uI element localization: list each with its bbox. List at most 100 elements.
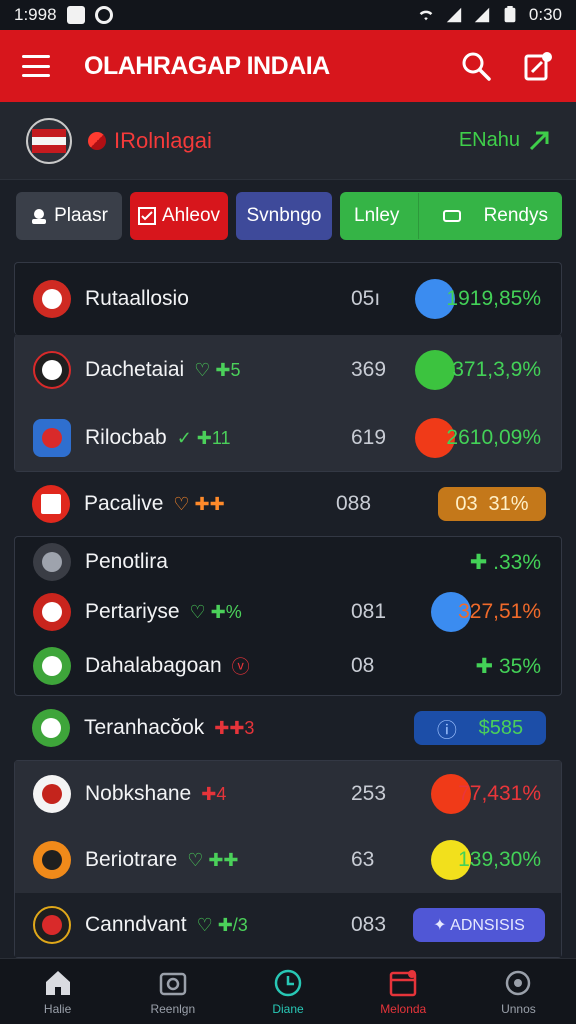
percentage: 371,3,9% (452, 358, 541, 381)
score: 083 (351, 913, 387, 936)
nav-label: Reenlgn (150, 1001, 196, 1016)
settings-icon (506, 970, 531, 995)
percentage: ✚ 35% (475, 654, 541, 678)
home-icon (45, 970, 70, 995)
row-group-4: Nobkshane ✚4 253 77,431% Beriotrare ♡ ✚✚… (14, 760, 562, 958)
percentage: 77,431% (458, 782, 541, 805)
list-item[interactable]: Dahalabagoan ⓥ 08 ✚ 35% (15, 637, 561, 695)
score: 63 (351, 848, 375, 871)
nav-item-more[interactable]: Unnos (461, 959, 576, 1024)
filter-chip-players[interactable]: Plaasr (16, 192, 122, 240)
odds-pill[interactable]: ⓘ $585 (414, 711, 546, 745)
filter-chip-group[interactable]: Lnley Rendys (340, 192, 562, 240)
standings-list: Rutaallosio 05ı 1919,85% Dachetaiai ♡ ✚5… (0, 262, 576, 958)
app-title: OLAHRAGAP INDAIA (84, 51, 330, 80)
status-time: 1:998 (14, 5, 57, 24)
row-tag: ♡ ✚✚ (187, 849, 239, 870)
nav-label: Halie (43, 1001, 72, 1016)
edit-notification-icon[interactable] (522, 50, 554, 82)
list-item[interactable]: Dachetaiai ♡ ✚5 369 371,3,9% (15, 335, 561, 405)
score: 619 (351, 426, 387, 449)
app-indicator-icon (94, 6, 113, 24)
score: 253 (351, 782, 387, 805)
enahu-button[interactable]: ENahu (459, 129, 550, 152)
enahu-label: ENahu (458, 129, 520, 151)
checkbox-icon (137, 207, 156, 225)
nav-item-home[interactable]: Halie (0, 959, 115, 1024)
trend-up-icon (529, 131, 549, 150)
filter-chip-label: Rendys (483, 205, 548, 226)
team-name: Penotlira (85, 550, 168, 573)
list-item[interactable]: Beriotrare ♡ ✚✚ 63 139,30% (15, 827, 561, 893)
filter-chip-label: Lnley (354, 205, 400, 226)
notification-icon (66, 6, 85, 24)
team-logo-icon (32, 485, 70, 523)
team-logo-icon (33, 906, 71, 944)
nav-label: Melonda (380, 1001, 427, 1016)
row-tag: ✓ ✚11 (176, 427, 231, 448)
odds-pill[interactable]: ✦ ADNSISIS (413, 908, 545, 942)
signal-icon (446, 7, 462, 23)
row-group-3: Penotlira ✚ .33% Pertariyse ♡ ✚% 081 327… (14, 536, 562, 696)
nav-label: Diane (272, 1001, 304, 1016)
camera-icon (159, 972, 187, 995)
odds-pill[interactable]: 03 31% (438, 487, 546, 521)
pill-right: $585 (478, 716, 524, 739)
status-dot (415, 350, 455, 390)
team-logo-icon (33, 419, 71, 457)
nav-item-record[interactable]: Reenlgn (115, 959, 230, 1024)
list-item[interactable]: Pertariyse ♡ ✚% 081 327,51% (15, 587, 561, 637)
clock-icon (274, 969, 302, 996)
bottom-nav: Halie Reenlgn Diane Melonda Unnos (0, 958, 576, 1024)
league-header: IRolnlagai ENahu (0, 102, 576, 180)
filter-chip-ahleov[interactable]: Ahleov (130, 192, 228, 240)
status-bar: 1:998 0:30 (0, 0, 576, 30)
chip-divider (418, 193, 420, 239)
score: 088 (336, 492, 372, 515)
row-tag: ♡ ✚✚ (173, 493, 225, 514)
row-tag: ♡ ✚5 (194, 359, 241, 380)
list-item[interactable]: Rilocbab ✓ ✚11 619 2610,09% (15, 405, 561, 471)
score: 081 (351, 600, 387, 623)
filter-row: Plaasr Ahleov Svnbngo Lnley Rendys (16, 192, 562, 240)
score: 08 (351, 654, 375, 677)
score: 369 (351, 358, 387, 381)
team-name: Pacalive (84, 492, 164, 515)
list-item[interactable]: Canndvant ♡ ✚/3 083 ✦ ADNSISIS (15, 893, 561, 957)
percentage: 139,30% (458, 848, 541, 871)
nav-item-matches[interactable]: Melonda (346, 959, 461, 1024)
team-name: Rutaallosio (85, 287, 189, 310)
filter-chip-svnbngo[interactable]: Svnbngo (236, 192, 332, 240)
filter-chip-label: Svnbngo (246, 205, 322, 226)
nav-item-live[interactable]: Diane (230, 959, 345, 1024)
team-name: Canndvant (85, 913, 187, 936)
pill-right: ✦ ADNSISIS (433, 917, 525, 934)
team-name: Beriotrare (85, 848, 178, 871)
team-logo-icon (33, 280, 71, 318)
row-group-2: Dachetaiai ♡ ✚5 369 371,3,9% Rilocbab ✓ … (14, 335, 562, 472)
row-tag: ✚4 (201, 783, 227, 804)
percentage: ✚ .33% (469, 550, 541, 574)
team-logo-icon (33, 351, 71, 389)
team-logo-icon (33, 543, 71, 581)
team-badge (26, 117, 72, 164)
percentage: 2610,09% (446, 426, 541, 449)
calendar-icon (389, 969, 417, 996)
team-logo-icon (33, 775, 71, 813)
menu-icon[interactable] (22, 55, 50, 77)
signal-icon-2 (474, 7, 490, 23)
list-item[interactable]: Nobkshane ✚4 253 77,431% (15, 761, 561, 827)
team-logo-icon (32, 709, 70, 747)
filter-chip-label: Plaasr (54, 205, 108, 226)
row-group-1: Rutaallosio 05ı 1919,85% (14, 262, 562, 335)
list-item[interactable]: Rutaallosio 05ı 1919,85% (15, 263, 561, 335)
list-item[interactable]: Penotlira ✚ .33% (15, 537, 561, 587)
search-icon[interactable] (460, 50, 492, 82)
list-item[interactable]: Teranhacŏok ✚✚3 ⓘ $585 (14, 696, 562, 760)
team-name: Rilocbab (85, 426, 167, 449)
list-item[interactable]: Pacalive ♡ ✚✚ 088 03 31% (14, 472, 562, 536)
team-name: Nobkshane (85, 782, 192, 805)
user-icon (32, 209, 47, 224)
league-name: IRolnlagai (114, 127, 212, 153)
team-logo-icon (33, 841, 71, 879)
